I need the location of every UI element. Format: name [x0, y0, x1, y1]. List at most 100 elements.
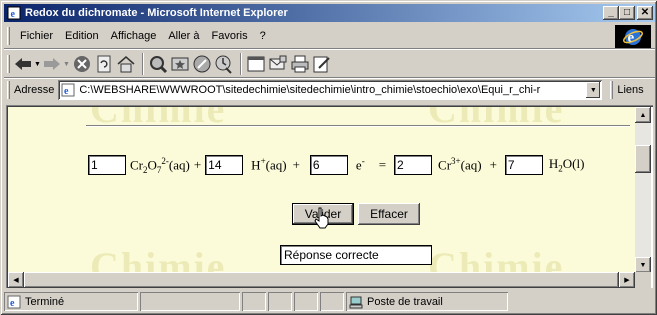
svg-text:e: e: [64, 86, 69, 97]
mail-icon: [269, 55, 287, 70]
toolbar-separator: [141, 53, 144, 75]
menu-fichier[interactable]: Fichier: [14, 30, 59, 42]
search-button[interactable]: [148, 52, 168, 76]
history-button[interactable]: [214, 52, 234, 76]
watermark-text: Chimie: [90, 244, 227, 273]
status-panel-zone: Poste de travail: [346, 292, 508, 311]
minimize-button[interactable]: _: [603, 6, 619, 20]
links-grip[interactable]: [610, 81, 614, 99]
home-icon: [117, 56, 135, 73]
links-label[interactable]: Liens: [617, 84, 643, 96]
print-icon: [291, 55, 309, 73]
horizontal-rule: [86, 125, 630, 127]
title-bar[interactable]: e Redox du dichromate - Microsoft Intern…: [4, 4, 655, 22]
status-panel-empty: [294, 292, 318, 311]
svg-text:e: e: [11, 9, 16, 20]
coefficient-electron-input[interactable]: 6: [309, 155, 348, 175]
status-text: Terminé: [25, 295, 65, 308]
status-panel-empty: [320, 292, 344, 311]
favorites-button[interactable]: [170, 52, 190, 76]
equals-sign: =: [378, 157, 387, 172]
scroll-up-button[interactable]: ▲: [635, 107, 651, 123]
coefficient-proton-input[interactable]: 14: [205, 155, 244, 175]
address-input[interactable]: e C:\WEBSHARE\WWWROOT\sitedechimie\sited…: [58, 80, 603, 100]
menu-bar: Fichier Edition Affichage Aller à Favori…: [4, 25, 655, 47]
scroll-right-button[interactable]: ▶: [619, 272, 635, 288]
stop-button[interactable]: [72, 52, 92, 76]
coefficient-chromium-input[interactable]: 2: [394, 155, 433, 175]
back-button[interactable]: ▼: [14, 52, 41, 76]
menu-aller-a[interactable]: Aller à: [162, 30, 205, 42]
standard-toolbar: ▼ ▼: [4, 50, 604, 78]
minimize-icon: _: [608, 7, 614, 18]
toolbar-separator: [239, 53, 242, 75]
horizontal-scroll-thumb[interactable]: [24, 272, 619, 288]
status-panel-empty: [140, 292, 240, 311]
browser-window: e Redox du dichromate - Microsoft Intern…: [0, 0, 657, 315]
watermark-text: Chimie: [428, 244, 565, 273]
redox-equation: 1 Cr2O72-(aq) + 14 H+(aq) + 6 e- = 2 Cr3…: [88, 155, 588, 175]
mail-button[interactable]: [268, 52, 288, 76]
edit-button[interactable]: [312, 52, 332, 76]
forward-icon: [43, 58, 60, 70]
horizontal-scrollbar[interactable]: ◀ ▶: [8, 272, 635, 288]
size-grip[interactable]: [510, 292, 651, 311]
menu-grip[interactable]: [7, 27, 10, 45]
coefficient-dichromate-input[interactable]: 1: [88, 155, 126, 175]
species-proton: H+(aq): [251, 156, 287, 173]
back-icon: [15, 58, 31, 70]
menu-favoris[interactable]: Favoris: [206, 30, 254, 42]
menu-help[interactable]: ?: [254, 30, 272, 42]
maximize-button[interactable]: □: [619, 6, 635, 20]
menu-affichage[interactable]: Affichage: [105, 30, 163, 42]
print-button[interactable]: [290, 52, 310, 76]
toolbar-grip[interactable]: [7, 55, 10, 73]
window-title: Redox du dichromate - Microsoft Internet…: [25, 7, 288, 19]
window-icon: [247, 56, 265, 72]
maximize-icon: □: [623, 7, 631, 18]
ie-page-icon: e: [6, 5, 22, 21]
chevron-down-icon: ▼: [589, 86, 597, 94]
address-dropdown-button[interactable]: ▼: [586, 82, 601, 98]
refresh-button[interactable]: [94, 52, 114, 76]
ie-logo: e: [615, 25, 651, 49]
history-icon: [215, 55, 232, 74]
home-button[interactable]: [116, 52, 136, 76]
zone-text: Poste de travail: [367, 295, 443, 308]
page-icon: e: [61, 83, 75, 97]
address-label: Adresse: [14, 84, 55, 96]
result-field[interactable]: Réponse correcte: [280, 245, 432, 265]
close-button[interactable]: ✕: [637, 6, 653, 20]
address-url: C:\WEBSHARE\WWWROOT\sitedechimie\sitedec…: [79, 84, 541, 96]
arrow-down-icon: ▼: [639, 261, 647, 269]
plus-sign: +: [292, 157, 300, 172]
address-grip[interactable]: [7, 81, 10, 99]
species-chromium: Cr3+(aq): [438, 156, 482, 173]
species-electron: e-: [355, 156, 365, 173]
done-page-icon: e: [7, 295, 21, 309]
forward-button[interactable]: ▼: [43, 52, 70, 76]
vertical-scrollbar[interactable]: ▲ ▼: [635, 107, 651, 273]
address-bar: Adresse e C:\WEBSHARE\WWWROOT\sitedechim…: [4, 79, 655, 101]
vertical-scroll-thumb[interactable]: [635, 145, 651, 173]
links-toolbar[interactable]: Liens: [610, 81, 644, 99]
scrollbar-corner: [635, 272, 651, 288]
hand-cursor-icon: [314, 207, 329, 229]
scroll-left-button[interactable]: ◀: [8, 272, 24, 288]
media-button[interactable]: [192, 52, 212, 76]
species-dichromate: Cr2O72-(aq): [130, 155, 190, 175]
fullscreen-button[interactable]: [246, 52, 266, 76]
menu-edition[interactable]: Edition: [59, 30, 105, 42]
status-panel-empty: [268, 292, 292, 311]
web-page: Chimie Chimie Chimie Chimie 1 Cr2O72-(aq…: [8, 107, 636, 273]
coefficient-water-input[interactable]: 7: [504, 155, 543, 175]
refresh-icon: [97, 55, 111, 73]
content-viewport: Chimie Chimie Chimie Chimie 1 Cr2O72-(aq…: [6, 105, 653, 288]
clear-button[interactable]: Effacer: [358, 203, 420, 225]
arrow-left-icon: ◀: [13, 277, 19, 284]
favorites-icon: [171, 57, 189, 71]
stop-icon: [73, 56, 90, 72]
close-icon: ✕: [640, 7, 650, 18]
plus-sign: +: [193, 157, 202, 172]
scroll-down-button[interactable]: ▼: [635, 257, 651, 273]
